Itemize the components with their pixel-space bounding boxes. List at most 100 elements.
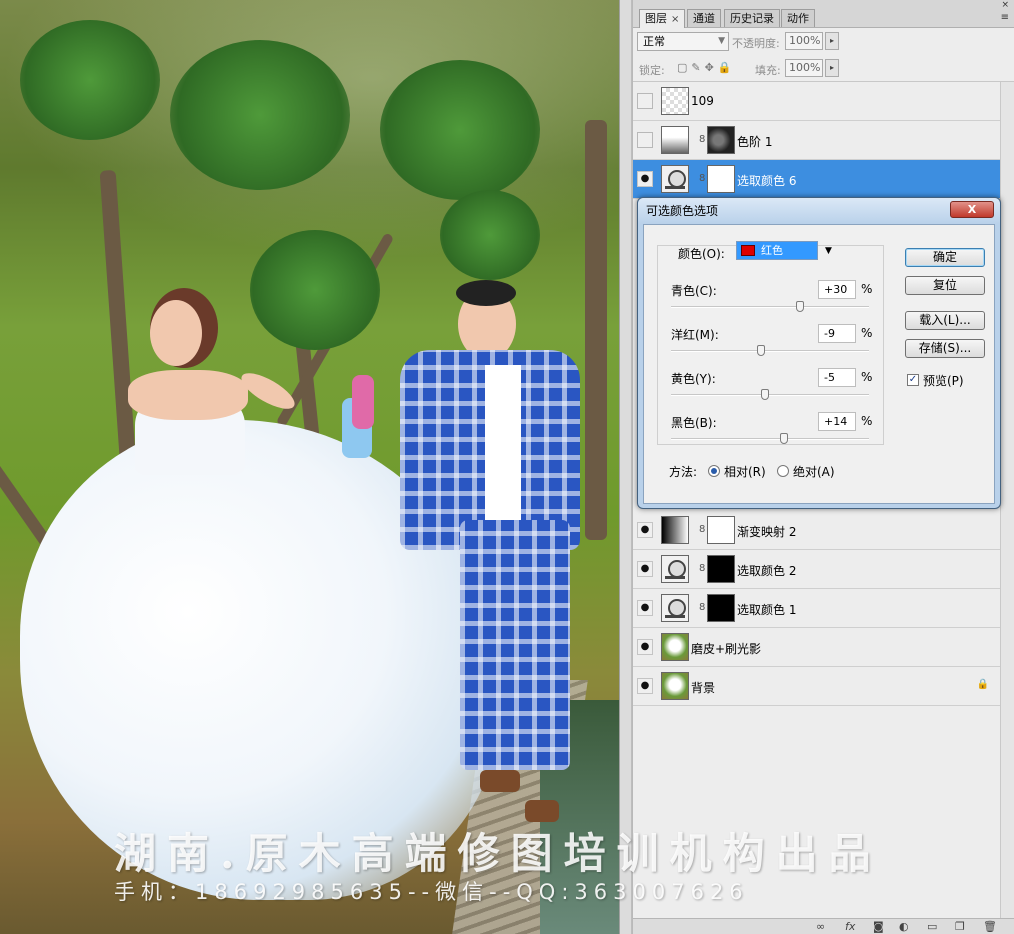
slider-track[interactable] <box>671 350 869 352</box>
layer-name[interactable]: 背景 <box>691 679 715 696</box>
opacity-slider-arrow-icon[interactable]: ▸ <box>825 32 839 50</box>
layer-mask-thumbnail[interactable] <box>707 594 735 622</box>
layer-row[interactable]: ● 选取颜色 6 8 <box>633 160 1001 199</box>
layer-thumbnail[interactable] <box>661 165 689 193</box>
layer-row[interactable]: ● 渐变映射 2 8 <box>633 511 1001 550</box>
blend-mode-select[interactable]: 正常 ▼ <box>637 32 729 51</box>
tab-layers[interactable]: 图层 × <box>639 9 686 28</box>
image-canvas[interactable] <box>0 0 619 934</box>
slider-track[interactable] <box>671 306 869 308</box>
layer-name[interactable]: 选取颜色 2 <box>737 562 796 579</box>
bride-face <box>150 300 202 366</box>
layer-row[interactable]: ● 选取颜色 2 8 <box>633 550 1001 589</box>
slider-thumb[interactable] <box>757 345 766 356</box>
panel-close-icon[interactable]: × <box>1001 0 1009 10</box>
layer-mask-thumbnail[interactable] <box>707 165 735 193</box>
bride-shoulders <box>128 370 248 420</box>
tab-channels[interactable]: 通道 <box>687 9 721 27</box>
slider-value-input[interactable]: +14 <box>818 412 856 431</box>
method-relative-radio[interactable] <box>708 465 720 477</box>
slider-thumb[interactable] <box>761 389 770 400</box>
eye-icon[interactable]: ● <box>637 93 653 109</box>
layer-row[interactable]: ● 选取颜色 1 8 <box>633 589 1001 628</box>
save-button[interactable]: 存储(S)... <box>905 339 985 358</box>
layer-name[interactable]: 磨皮+刷光影 <box>691 640 761 657</box>
close-tab-icon[interactable]: × <box>671 14 679 25</box>
layer-row[interactable]: ● 背景 🔒 <box>633 667 1001 706</box>
panel-menu-icon[interactable]: ≡ <box>1001 12 1009 23</box>
eye-icon[interactable]: ● <box>637 678 653 694</box>
chain-link-icon[interactable]: 8 <box>699 602 705 613</box>
eye-icon[interactable]: ● <box>637 600 653 616</box>
new-layer-icon[interactable]: ❐ <box>955 920 965 933</box>
colors-select[interactable]: 红色 ▼ <box>736 241 832 260</box>
slider-thumb[interactable] <box>779 433 788 444</box>
fill-slider-arrow-icon[interactable]: ▸ <box>825 59 839 77</box>
layer-name[interactable]: 渐变映射 2 <box>737 523 796 540</box>
chain-link-icon[interactable]: 8 <box>699 134 705 145</box>
leaf-cluster <box>20 20 160 140</box>
panel-splitter[interactable] <box>619 0 632 934</box>
layer-row[interactable]: ● 磨皮+刷光影 <box>633 628 1001 667</box>
method-relative-label: 相对(R) <box>724 465 766 479</box>
selective-color-dialog: 可选颜色选项 X 颜色(O): 红色 ▼ 青色(C): +30% 洋红(M): -9%… <box>637 197 1001 509</box>
layer-list-scrollbar[interactable] <box>1000 82 1014 918</box>
layer-thumbnail[interactable] <box>661 594 689 622</box>
layer-thumbnail[interactable] <box>661 87 689 115</box>
layer-mask-thumbnail[interactable] <box>707 126 735 154</box>
layer-name[interactable]: 色阶 1 <box>737 133 772 150</box>
layer-mask-thumbnail[interactable] <box>707 516 735 544</box>
pink-bottle <box>352 375 374 429</box>
panel-tab-bar: 图层 × 通道 历史记录 动作 × ≡ <box>633 0 1014 28</box>
eye-icon[interactable]: ● <box>637 132 653 148</box>
groom-hair <box>456 280 516 306</box>
trash-icon[interactable]: 🗑 <box>983 920 997 933</box>
eye-icon[interactable]: ● <box>637 639 653 655</box>
layer-row[interactable]: ● 色阶 1 8 <box>633 121 1001 160</box>
color-adjust-group: 颜色(O): 红色 ▼ 青色(C): +30% 洋红(M): -9% 黄色(Y): -5%… <box>657 241 884 445</box>
dialog-close-button[interactable]: X <box>950 201 994 218</box>
adjustment-icon[interactable]: ◐ <box>899 920 909 933</box>
chain-link-icon[interactable]: 8 <box>699 563 705 574</box>
slider-track[interactable] <box>671 438 869 440</box>
layer-thumbnail[interactable] <box>661 633 689 661</box>
fx-icon[interactable]: fx <box>845 920 855 933</box>
opacity-input[interactable]: 100% <box>785 32 823 50</box>
layer-thumbnail[interactable] <box>661 516 689 544</box>
layer-mask-thumbnail[interactable] <box>707 555 735 583</box>
link-icon[interactable]: ∞ <box>816 920 825 933</box>
eye-icon[interactable]: ● <box>637 522 653 538</box>
slider-thumb[interactable] <box>795 301 804 312</box>
chain-link-icon[interactable]: 8 <box>699 173 705 184</box>
layer-row[interactable]: ● 109 <box>633 82 1001 121</box>
preview-checkbox[interactable]: ✓ <box>907 374 919 386</box>
percent-label: % <box>861 282 873 296</box>
mask-icon[interactable]: ◙ <box>873 920 884 933</box>
tab-history[interactable]: 历史记录 <box>724 9 780 27</box>
slider-label: 洋红(M): <box>671 328 719 342</box>
slider-value-input[interactable]: +30 <box>818 280 856 299</box>
slider-value-input[interactable]: -9 <box>818 324 856 343</box>
tab-actions[interactable]: 动作 <box>781 9 815 27</box>
reset-button[interactable]: 复位 <box>905 276 985 295</box>
ok-button[interactable]: 确定 <box>905 248 985 267</box>
opacity-label: 不透明度: <box>732 37 780 50</box>
groom-shoe <box>525 800 559 822</box>
layer-name[interactable]: 选取颜色 6 <box>737 172 796 189</box>
method-absolute-radio[interactable] <box>777 465 789 477</box>
layer-thumbnail[interactable] <box>661 672 689 700</box>
load-button[interactable]: 载入(L)... <box>905 311 985 330</box>
eye-icon[interactable]: ● <box>637 171 653 187</box>
layer-name[interactable]: 选取颜色 1 <box>737 601 796 618</box>
layer-name[interactable]: 109 <box>691 94 714 108</box>
tab-label: 动作 <box>787 12 809 25</box>
layer-thumbnail[interactable] <box>661 555 689 583</box>
fill-input[interactable]: 100% <box>785 59 823 77</box>
layer-thumbnail[interactable] <box>661 126 689 154</box>
slider-track[interactable] <box>671 394 869 396</box>
eye-icon[interactable]: ● <box>637 561 653 577</box>
chain-link-icon[interactable]: 8 <box>699 524 705 535</box>
slider-value-input[interactable]: -5 <box>818 368 856 387</box>
lock-options-icons[interactable]: ▢✎✥🔒 <box>677 61 736 74</box>
group-icon[interactable]: ▭ <box>927 920 937 933</box>
